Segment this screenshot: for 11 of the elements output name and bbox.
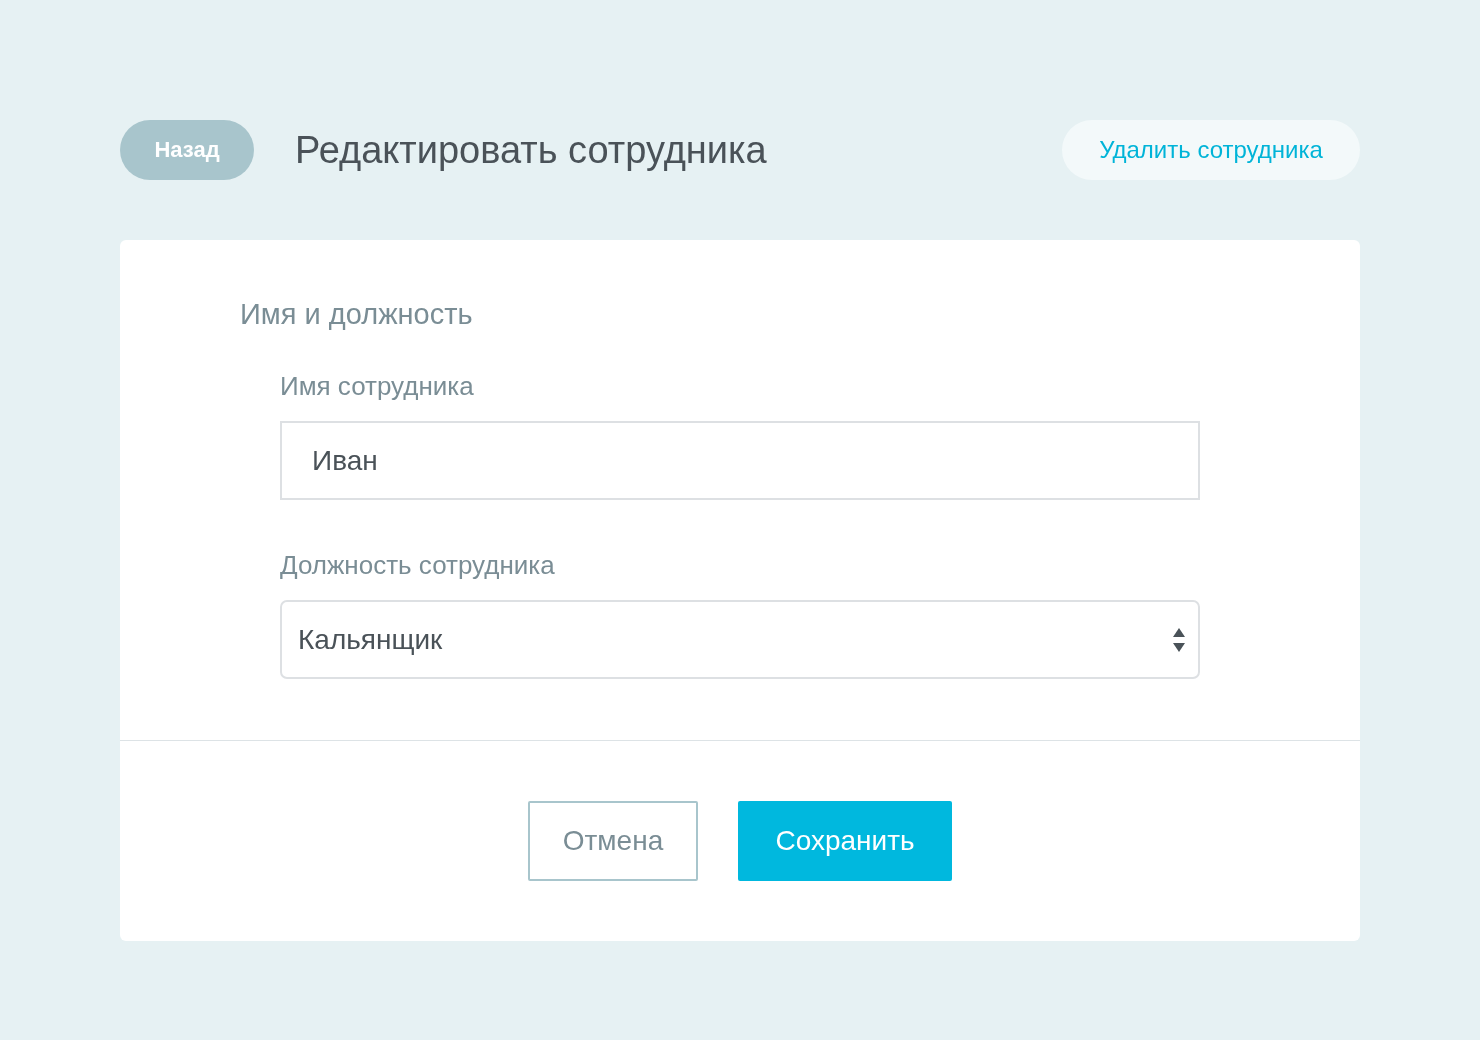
section-title: Имя и должность xyxy=(240,297,474,332)
page-title: Редактировать сотрудника xyxy=(295,128,768,172)
cancel-button[interactable]: Отмена xyxy=(528,801,698,881)
delete-employee-button[interactable]: Удалить сотрудника xyxy=(1062,120,1360,180)
input-field[interactable]: Иван xyxy=(280,421,1200,500)
up-down-arrows-icon xyxy=(1172,626,1186,653)
select-field[interactable]: Кальянщик xyxy=(280,600,1200,679)
field-label: Должность сотрудника xyxy=(280,549,556,582)
back-button[interactable]: Назад xyxy=(120,120,254,180)
save-button[interactable]: Сохранить xyxy=(738,801,952,881)
field-label: Имя сотрудника xyxy=(280,370,475,403)
